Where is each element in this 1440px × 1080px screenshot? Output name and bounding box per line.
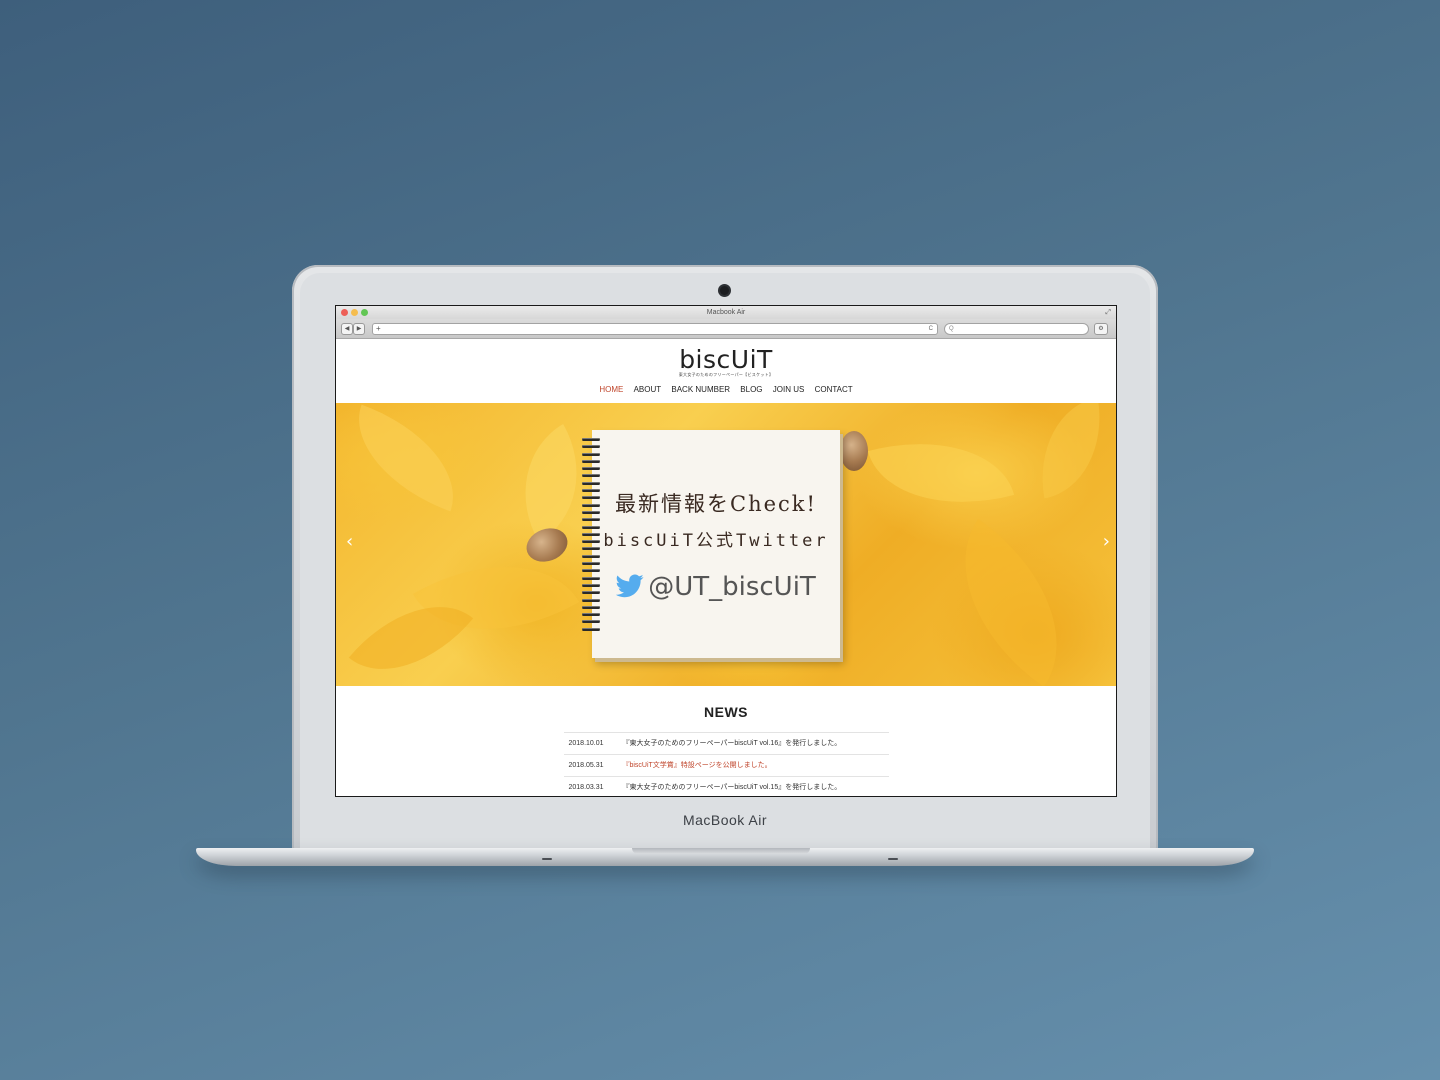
hero-heading: 最新情報をCheck! [615,492,817,516]
hero-slider: ‹ › 最新情報をCheck! biscUiT公式Twitter @UT_bis… [336,403,1116,686]
acorn [840,431,868,471]
news-item[interactable]: 2018.03.31 『東大女子のためのフリーペーパーbiscUiT vol.1… [564,777,889,796]
ginkgo-leaf [1028,403,1114,499]
laptop-foot [888,858,898,860]
search-icon: Q [949,326,954,332]
twitter-bird-icon [615,574,644,605]
notebook-card[interactable]: 最新情報をCheck! biscUiT公式Twitter @UT_biscUiT [582,430,840,658]
reload-icon[interactable]: C [929,324,933,334]
slider-next-icon[interactable]: › [1103,531,1110,552]
ginkgo-leaf [920,519,1102,686]
camera-icon [720,286,729,295]
forward-button[interactable]: ▶ [353,323,365,335]
laptop-foot [542,858,552,860]
news-heading: NEWS [704,704,748,720]
news-date: 2018.03.31 [568,784,604,791]
nav-item-home[interactable]: HOME [599,385,623,394]
back-button[interactable]: ◀ [341,323,353,335]
search-input[interactable]: Q [944,323,1089,335]
site-logo[interactable]: biscUiT [336,345,1116,374]
news-list: 2018.10.01 『東大女子のためのフリーペーパーbiscUiT vol.1… [563,732,889,796]
news-date: 2018.05.31 [568,762,604,769]
twitter-handle-text: @UT_biscUiT [648,572,816,602]
browser-titlebar: Macbook Air ⤢ [336,306,1116,319]
laptop-notch [632,848,810,854]
news-text[interactable]: 『東大女子のためのフリーペーパーbiscUiT vol.15』を発行しました。 [622,784,841,791]
browser-window: Macbook Air ⤢ ◀ ▶ + C Q ⚙ biscUiT 東大女子のた… [335,305,1117,797]
news-text[interactable]: 『東大女子のためのフリーペーパーbiscUiT vol.16』を発行しました。 [622,740,841,747]
ginkgo-leaf [867,417,1015,529]
browser-toolbar: ◀ ▶ + C Q ⚙ [336,319,1116,339]
fullscreen-icon[interactable]: ⤢ [1105,306,1111,319]
device-brand-label: MacBook Air [682,812,768,828]
nav-item-blog[interactable]: BLOG [740,385,762,394]
main-nav: HOME ABOUT BACK NUMBER BLOG JOIN US CONT… [336,385,1116,394]
nav-item-join-us[interactable]: JOIN US [773,385,805,394]
news-date: 2018.10.01 [568,740,604,747]
close-window-icon[interactable] [341,309,348,316]
twitter-handle-link[interactable]: @UT_biscUiT [592,572,840,605]
address-bar[interactable]: + C [372,323,938,335]
nav-item-contact[interactable]: CONTACT [815,385,853,394]
nav-item-back-number[interactable]: BACK NUMBER [671,385,730,394]
news-item[interactable]: 2018.10.01 『東大女子のためのフリーペーパーbiscUiT vol.1… [563,733,889,755]
settings-gear-icon[interactable]: ⚙ [1094,323,1108,335]
news-item[interactable]: 2018.05.31 『biscUiT文学賞』特設ページを公開しました。 [563,755,889,777]
minimize-window-icon[interactable] [351,309,358,316]
zoom-window-icon[interactable] [361,309,368,316]
site-header: biscUiT 東大女子のためのフリーペーパー【ビスケット】 HOME ABOU… [336,339,1116,403]
news-text[interactable]: 『biscUiT文学賞』特設ページを公開しました。 [622,762,771,769]
ginkgo-leaf [337,404,475,512]
acorn [521,522,573,568]
site-logo-tagline: 東大女子のためのフリーペーパー【ビスケット】 [678,372,774,377]
hero-subheading: biscUiT公式Twitter [603,531,829,551]
new-tab-icon[interactable]: + [376,324,381,334]
window-title: Macbook Air [706,309,746,316]
slider-prev-icon[interactable]: ‹ [346,531,353,552]
nav-item-about[interactable]: ABOUT [634,385,662,394]
